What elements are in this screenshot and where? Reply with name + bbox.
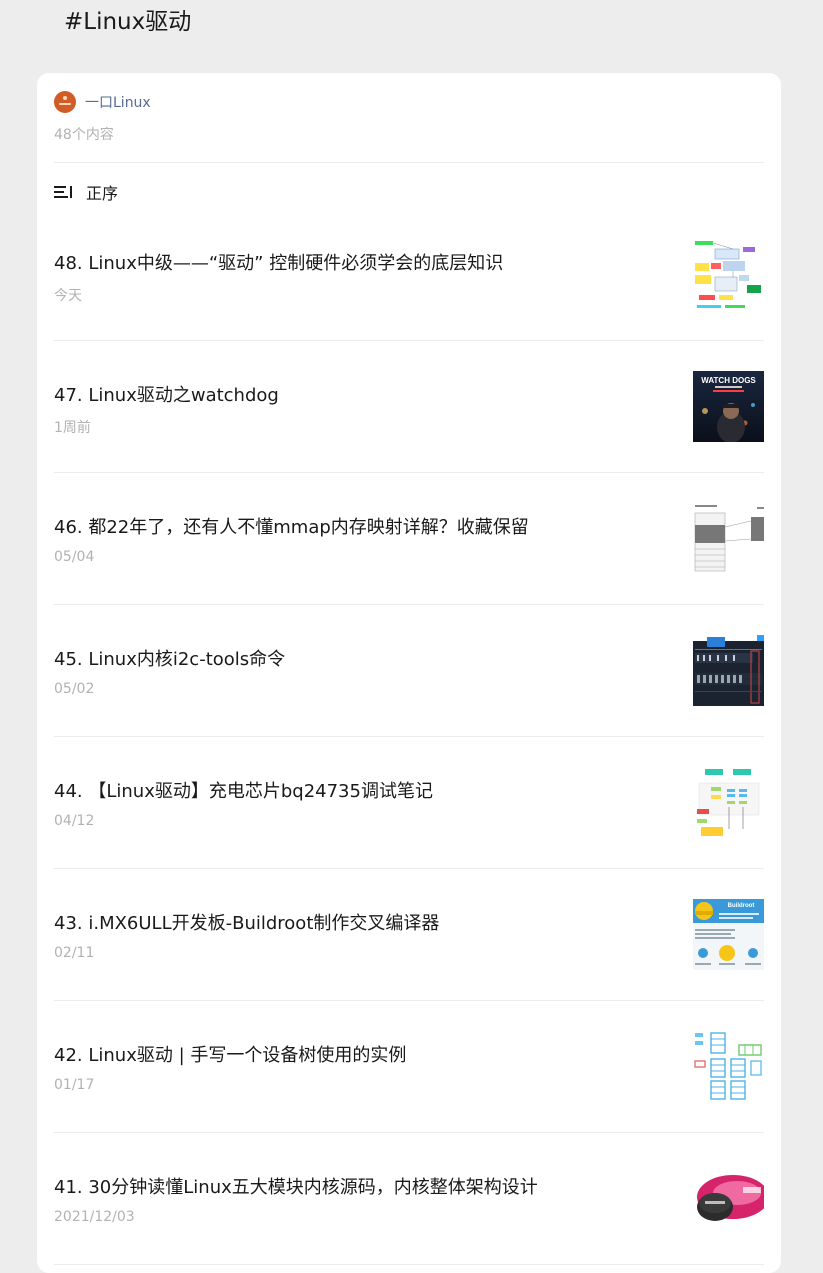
article-date: 01/17	[54, 1077, 95, 1093]
article-title[interactable]: 42. Linux驱动 | 手写一个设备树使用的实例	[54, 1043, 664, 1069]
chip-thumbnail-icon[interactable]	[693, 1163, 764, 1234]
divider	[54, 162, 764, 163]
article-date: 1周前	[54, 420, 91, 436]
memory-diagram-thumbnail-icon[interactable]	[693, 503, 764, 574]
article-title[interactable]: 41. 30分钟读懂Linux五大模块内核源码，内核整体架构设计	[54, 1175, 664, 1201]
article-title[interactable]: 45. Linux内核i2c-tools命令	[54, 647, 664, 673]
buildroot-logo-text: Buildroot	[728, 903, 755, 909]
article-title[interactable]: 43. i.MX6ULL开发板-Buildroot制作交叉编译器	[54, 911, 664, 937]
article-collection-card: 一口Linux 48个内容 正序 48. Linux中级——“驱动” 控制硬件必…	[37, 73, 781, 1273]
article-date: 05/02	[54, 681, 95, 697]
list-item[interactable]: 47. Linux驱动之watchdog 1周前 WATCH DOGS	[54, 341, 764, 473]
list-item[interactable]: 48. Linux中级——“驱动” 控制硬件必须学会的底层知识 今天	[54, 209, 764, 341]
game-cover-thumbnail-icon[interactable]: WATCH DOGS	[693, 371, 764, 442]
article-list: 48. Linux中级——“驱动” 控制硬件必须学会的底层知识 今天 47. L…	[54, 209, 764, 1265]
sort-toggle[interactable]: 正序	[54, 181, 118, 203]
article-date: 02/11	[54, 945, 95, 961]
list-item[interactable]: 43. i.MX6ULL开发板-Buildroot制作交叉编译器 02/11 B…	[54, 869, 764, 1001]
article-title[interactable]: 44. 【Linux驱动】充电芯片bq24735调试笔记	[54, 779, 664, 805]
account-name[interactable]: 一口Linux	[85, 92, 151, 112]
sort-icon[interactable]	[54, 184, 74, 200]
sort-label[interactable]: 正序	[86, 180, 118, 204]
article-title[interactable]: 47. Linux驱动之watchdog	[54, 383, 664, 409]
list-item[interactable]: 44. 【Linux驱动】充电芯片bq24735调试笔记 04/12	[54, 737, 764, 869]
article-date: 04/12	[54, 813, 95, 829]
flowchart-thumbnail-icon[interactable]	[693, 767, 764, 838]
list-item[interactable]: 46. 都22年了，还有人不懂mmap内存映射详解？收藏保留 05/04	[54, 473, 764, 605]
terminal-thumbnail-icon[interactable]	[693, 635, 764, 706]
diagram-thumbnail-icon[interactable]	[693, 239, 764, 310]
avatar[interactable]	[54, 91, 76, 113]
article-date: 05/04	[54, 549, 95, 565]
page-title: #Linux驱动	[64, 9, 192, 35]
device-tree-thumbnail-icon[interactable]	[693, 1031, 764, 1102]
buildroot-thumbnail-icon[interactable]: Buildroot	[693, 899, 764, 970]
list-item[interactable]: 45. Linux内核i2c-tools命令 05/02	[54, 605, 764, 737]
list-item[interactable]: 41. 30分钟读懂Linux五大模块内核源码，内核整体架构设计 2021/12…	[54, 1133, 764, 1265]
account-row[interactable]: 一口Linux	[54, 91, 151, 113]
content-count: 48个内容	[54, 127, 114, 143]
article-title[interactable]: 46. 都22年了，还有人不懂mmap内存映射详解？收藏保留	[54, 515, 664, 541]
article-date: 2021/12/03	[54, 1209, 135, 1225]
article-date: 今天	[54, 288, 82, 304]
game-cover-title: WATCH DOGS	[701, 376, 756, 385]
article-title[interactable]: 48. Linux中级——“驱动” 控制硬件必须学会的底层知识	[54, 251, 664, 277]
list-item[interactable]: 42. Linux驱动 | 手写一个设备树使用的实例 01/17	[54, 1001, 764, 1133]
